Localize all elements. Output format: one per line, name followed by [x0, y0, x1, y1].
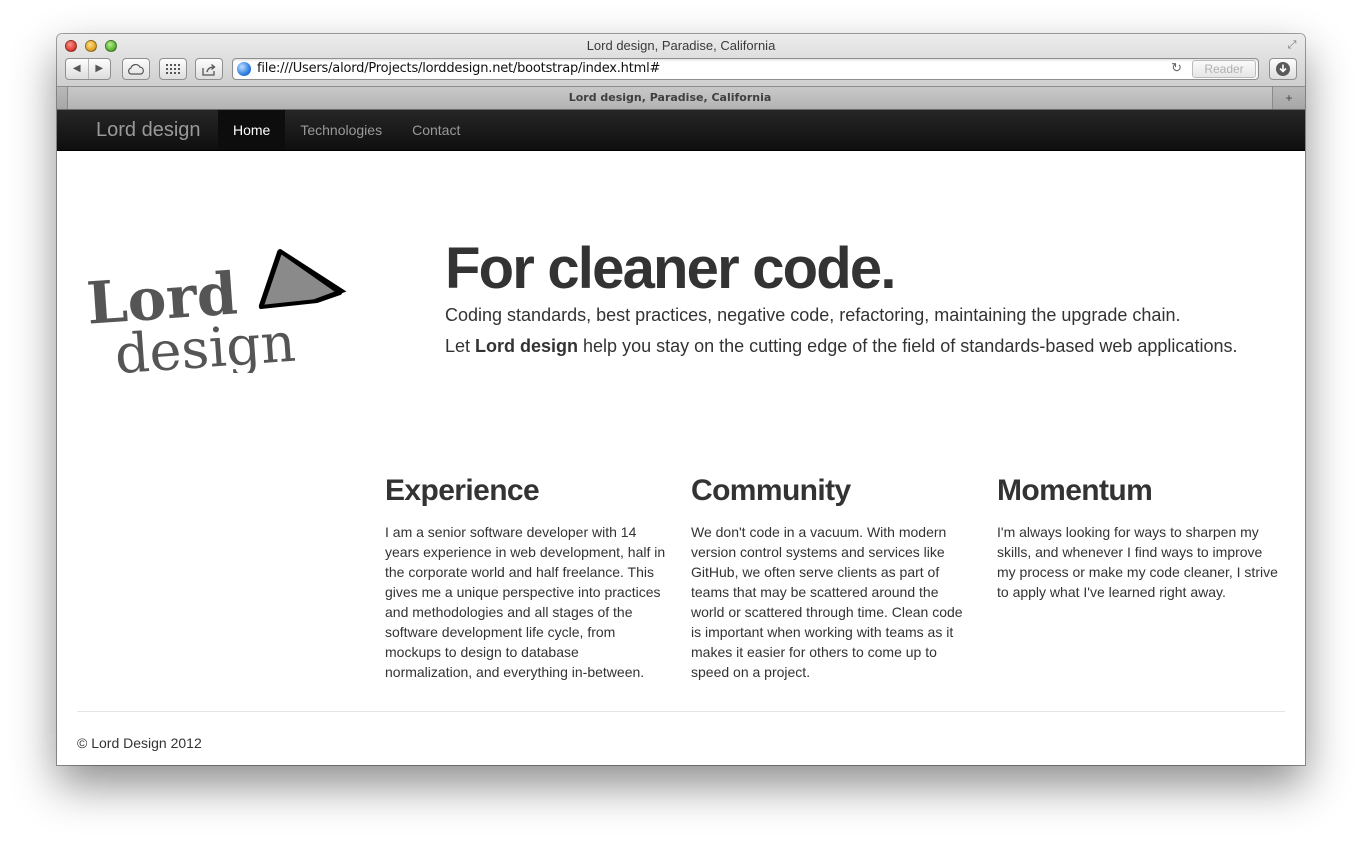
downloads-button[interactable]: [1269, 58, 1297, 80]
column-heading: Experience: [385, 474, 540, 507]
column-body: I am a senior software developer with 14…: [385, 524, 666, 680]
top-sites-button[interactable]: [159, 58, 187, 80]
globe-icon: [237, 62, 251, 76]
address-bar[interactable]: file:///Users/alord/Projects/lorddesign.…: [232, 58, 1259, 80]
cloud-icon: [128, 63, 144, 75]
footer-divider: [77, 711, 1285, 712]
share-icon: [202, 64, 216, 76]
nav-item-contact[interactable]: Contact: [397, 110, 475, 150]
nav-item-technologies[interactable]: Technologies: [285, 110, 397, 150]
url-text[interactable]: file:///Users/alord/Projects/lorddesign.…: [257, 61, 660, 76]
browser-chrome: Lord design, Paradise, California ⤢ ◀ ▶: [57, 34, 1305, 87]
column-body: We don't code in a vacuum. With modern v…: [691, 524, 963, 680]
browser-window: Lord design, Paradise, California ⤢ ◀ ▶: [57, 34, 1305, 765]
column-body: I'm always looking for ways to sharpen m…: [997, 524, 1278, 600]
nav-menu: Home Technologies Contact: [218, 110, 475, 150]
lord-design-logo: Lord design: [85, 249, 347, 373]
site-navbar: Lord design Home Technologies Contact: [57, 110, 1305, 151]
tab-lord-design[interactable]: Lord design, Paradise, California: [67, 87, 1273, 109]
grid-icon: [166, 64, 180, 74]
column-experience: Experience I am a senior software develo…: [385, 474, 669, 682]
hero-description-brand: Lord design: [475, 336, 579, 356]
back-forward-buttons: ◀ ▶: [65, 58, 111, 80]
reload-icon[interactable]: ↻: [1171, 60, 1182, 76]
hero-title: For cleaner code.: [445, 236, 896, 301]
icloud-tabs-button[interactable]: [122, 58, 150, 80]
download-icon: [1276, 62, 1290, 76]
navbar-brand[interactable]: Lord design: [96, 119, 201, 142]
forward-button[interactable]: ▶: [89, 59, 111, 79]
column-heading: Momentum: [997, 474, 1153, 507]
tab-strip: Lord design, Paradise, California +: [57, 87, 1305, 110]
hero-description: Let Lord design help you stay on the cut…: [445, 336, 1237, 357]
hero-description-suffix: help you stay on the cutting edge of the…: [578, 336, 1238, 356]
column-community: Community We don't code in a vacuum. Wit…: [691, 474, 975, 682]
hero-description-prefix: Let: [445, 336, 476, 356]
window-title: Lord design, Paradise, California: [586, 38, 776, 53]
back-button[interactable]: ◀: [66, 59, 89, 79]
footer-copyright: © Lord Design 2012: [77, 735, 202, 751]
fullscreen-icon[interactable]: ⤢: [1285, 38, 1299, 52]
new-tab-button[interactable]: +: [1279, 89, 1299, 107]
hero-tagline: Coding standards, best practices, negati…: [445, 305, 1181, 325]
page-content: Lord design For cleaner code. Coding sta…: [57, 151, 1305, 765]
reader-button[interactable]: Reader: [1192, 60, 1256, 78]
browser-toolbar: ◀ ▶ file:///Users/alord/Projects/lorddes…: [65, 58, 1297, 82]
column-heading: Community: [691, 474, 851, 507]
column-momentum: Momentum I'm always looking for ways to …: [997, 474, 1281, 602]
share-button[interactable]: [195, 58, 223, 80]
nav-item-home[interactable]: Home: [218, 110, 286, 150]
